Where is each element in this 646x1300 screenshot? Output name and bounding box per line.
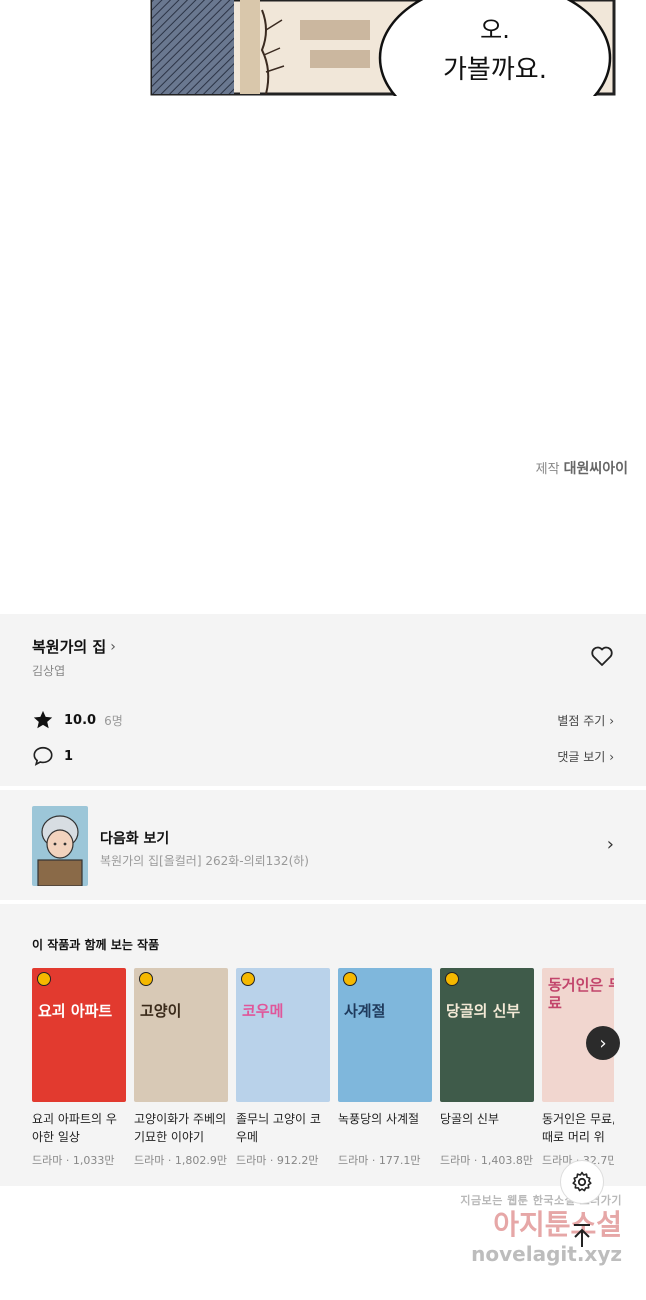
rate-button[interactable]: 별점 주기 ›: [557, 712, 614, 729]
clock-icon: [37, 972, 51, 986]
cover-text: 고양이: [140, 1002, 182, 1020]
chevron-right-icon: ›: [609, 713, 614, 728]
chevron-right-icon: ›: [606, 834, 614, 855]
credit-studio: 대원씨아이: [563, 461, 628, 477]
recommendation-genre: 드라마: [338, 1154, 369, 1167]
rating-count: 6명: [104, 713, 123, 728]
recommendation-title: 당골의 신부: [440, 1112, 500, 1126]
cover-text: 코우메: [242, 1002, 284, 1020]
recommendation-views: 1,033만: [72, 1154, 115, 1167]
recommendation-cover: 사계절: [338, 968, 432, 1102]
credit-label: 제작: [535, 462, 560, 477]
heart-icon[interactable]: [590, 644, 614, 668]
chevron-right-icon: ›: [599, 1032, 607, 1054]
recommendation-item[interactable]: 당골의 신부 당골의 신부 드라마 · 1,403.8만: [440, 968, 534, 1168]
bubble-line-2: 가볼까요.: [443, 55, 547, 85]
bubble-line-1: 오.: [480, 16, 510, 44]
recommendation-meta: 드라마 · 1,403.8만: [440, 1154, 533, 1167]
recommendation-cover: 당골의 신부: [440, 968, 534, 1102]
recommendation-meta: 드라마 · 177.1만: [338, 1154, 421, 1167]
view-comments-button[interactable]: 댓글 보기 ›: [557, 748, 614, 765]
recommendation-title: 고양이화가 주베의 기묘한 이야기: [134, 1112, 227, 1144]
recommendation-item[interactable]: 고양이 고양이화가 주베의 기묘한 이야기 드라마 · 1,802.9만: [134, 968, 228, 1168]
work-title-link[interactable]: 복원가의 집 ›: [32, 636, 116, 657]
clock-icon: [139, 972, 153, 986]
next-episode-label: 다음화 보기: [100, 831, 170, 847]
chevron-right-icon: ›: [110, 638, 116, 655]
recommendation-meta: 드라마 · 1,802.9만: [134, 1154, 227, 1167]
recommendation-cover: 고양이: [134, 968, 228, 1102]
production-credit: 제작 대원씨아이: [536, 458, 628, 478]
recommendation-item[interactable]: 코우메 졸무늬 고양이 코우메 드라마 · 912.2만: [236, 968, 330, 1168]
comment-icon: [33, 746, 53, 766]
cover-text: 당골의 신부: [446, 1002, 521, 1020]
rating-row: 10.0 6명 별점 주기 ›: [32, 708, 614, 732]
recommendation-views: 177.1만: [378, 1154, 421, 1167]
next-episode-card[interactable]: 다음화 보기 복원가의 집[올컬러] 262화-의뢰132(하) ›: [0, 792, 646, 900]
clock-icon: [241, 972, 255, 986]
recommendation-genre: 드라마: [236, 1154, 267, 1167]
comment-count: 1: [64, 748, 74, 764]
section-divider: [0, 786, 646, 790]
recommendation-views: 912.2만: [276, 1154, 319, 1167]
recommendation-cover: 요괴 아파트: [32, 968, 126, 1102]
scroll-to-top-button[interactable]: [562, 1216, 602, 1256]
clock-icon: [343, 972, 357, 986]
recommendation-views: 1,403.8만: [480, 1154, 533, 1167]
recommendation-item[interactable]: 동거인은 무료 동거인은 무료, 때때로 머리 위 드라마 · 32.7만: [542, 968, 614, 1168]
recommendation-genre: 드라마: [134, 1154, 165, 1167]
recommendation-views: 1,802.9만: [174, 1154, 227, 1167]
section-divider: [0, 900, 646, 904]
recommendation-meta: 드라마 · 912.2만: [236, 1154, 319, 1167]
recommendation-meta: 드라마 · 1,033만: [32, 1154, 115, 1167]
recommendations-section: 이 작품과 함께 보는 작품 요괴 아파트 요괴 아파트의 우아한 일상 드라마…: [0, 906, 646, 1186]
view-comments-label: 댓글 보기: [557, 749, 606, 764]
recommendation-title: 졸무늬 고양이 코우메: [236, 1112, 321, 1144]
comic-image: 오. 가볼까요.: [150, 0, 616, 96]
recommendation-genre: 드라마: [440, 1154, 471, 1167]
rating-score: 10.0: [64, 712, 97, 728]
cover-text: 사계절: [344, 1002, 386, 1020]
next-episode-thumbnail: [32, 806, 88, 886]
recommendation-item[interactable]: 사계절 녹풍당의 사계절 드라마 · 177.1만: [338, 968, 432, 1168]
recommendations-carousel: 요괴 아파트 요괴 아파트의 우아한 일상 드라마 · 1,033만 고양이 고…: [32, 968, 614, 1178]
carousel-next-button[interactable]: ›: [586, 1026, 620, 1060]
chevron-right-icon: ›: [609, 749, 614, 764]
gear-icon: [572, 1171, 592, 1192]
arrow-up-icon: [574, 1224, 590, 1247]
cover-text: 동거인은 무료: [548, 976, 614, 1012]
recommendation-title: 녹풍당의 사계절: [338, 1112, 420, 1126]
cover-text: 요괴 아파트: [38, 1002, 113, 1020]
next-episode-subtitle: 복원가의 집[올컬러] 262화-의뢰132(하): [100, 854, 309, 868]
rate-button-label: 별점 주기: [557, 713, 606, 728]
recommendation-title: 요괴 아파트의 우아한 일상: [32, 1112, 117, 1144]
recommendation-title: 동거인은 무료, 때때로 머리 위: [542, 1112, 614, 1144]
recommendation-genre: 드라마: [32, 1154, 63, 1167]
recommendation-item[interactable]: 요괴 아파트 요괴 아파트의 우아한 일상 드라마 · 1,033만: [32, 968, 126, 1168]
work-info-section: 복원가의 집 › 김상엽 10.0 6명 별점 주기 › 1 댓글 보기 › 다…: [0, 614, 646, 1186]
recommendation-cover: 코우메: [236, 968, 330, 1102]
recommendations-heading: 이 작품과 함께 보는 작품: [32, 938, 160, 952]
settings-button[interactable]: [560, 1160, 604, 1204]
comic-panel: 오. 가볼까요.: [0, 0, 646, 96]
work-title: 복원가의 집: [32, 638, 107, 656]
star-icon: [33, 710, 53, 729]
clock-icon: [445, 972, 459, 986]
comments-row: 1 댓글 보기 ›: [32, 744, 614, 768]
author-name: 김상엽: [32, 664, 66, 678]
